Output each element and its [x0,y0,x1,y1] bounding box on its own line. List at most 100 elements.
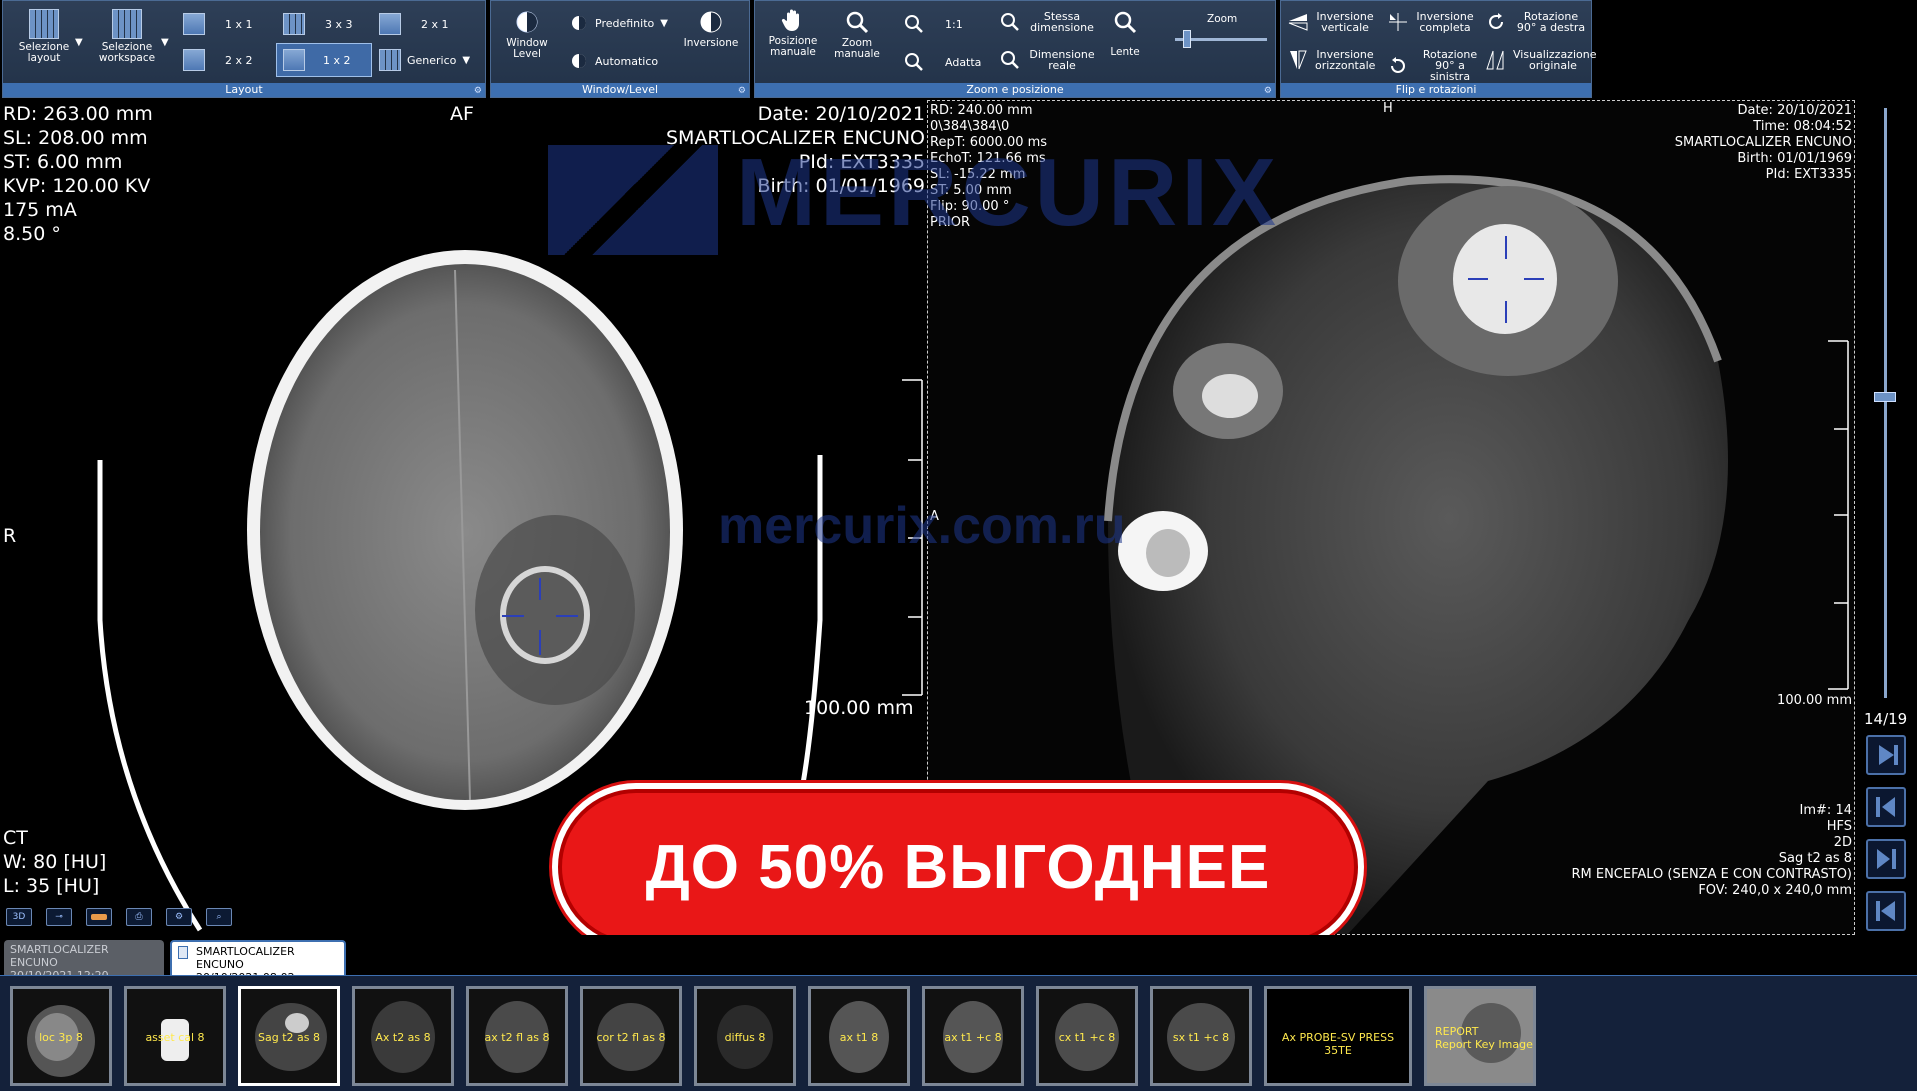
first-button[interactable] [1866,891,1906,931]
dialog-launcher-icon[interactable]: ⚙ [474,86,482,96]
series-thumb-report[interactable]: REPORT Report Key Image [1424,986,1536,1086]
flip-group: Inversione verticale Inversione completa… [1280,0,1596,98]
magnifier-icon [846,11,869,34]
zoom-group-title: Zoom e posizione [755,83,1275,97]
series-thumb[interactable]: asset cal 8 [124,986,226,1086]
series-thumb[interactable]: cor t2 fl as 8 [580,986,682,1086]
zoom-manuale-button[interactable]: Zoom manuale [829,9,885,60]
series-strip: loc 3p 8 asset cal 8 Sag t2 as 8 Ax t2 a… [0,975,1917,1091]
promo-banner[interactable]: ДО 50% ВЫГОДНЕЕ [552,783,1364,951]
series-label: loc 3p 8 [39,1031,83,1044]
series-label: Sag t2 as 8 [258,1031,320,1044]
inversione-orizzontale-button[interactable]: Inversione orizzontale [1287,49,1375,71]
stessa-dimensione-button[interactable]: Stessa dimensione [999,11,1097,33]
dimensione-reale-label: Dimensione reale [1029,48,1095,72]
dimensione-reale-button[interactable]: Dimensione reale [999,49,1097,71]
play-button[interactable] [1866,735,1906,775]
layout-2x1-button[interactable]: 2 x 1 [379,13,449,35]
selezione-layout-label: Selezione layout [18,41,70,64]
series-label: cx t1 +c 8 [1058,1031,1116,1044]
layout-3x3-button[interactable]: 3 x 3 [283,13,353,35]
zoom-icon[interactable]: ⌕ [206,908,232,926]
window-level-group: Window Level Predefinito ▼ Automatico Inv… [490,0,750,98]
series-thumb[interactable]: cx t1 +c 8 [1036,986,1138,1086]
series-thumb[interactable]: Ax PROBE-SV PRESS 35TE [1264,986,1412,1086]
slice-slider-thumb[interactable] [1874,392,1896,403]
adatta-label: Adatta [945,55,982,69]
series-thumb-selected[interactable]: Sag t2 as 8 [238,986,340,1086]
zoom-slider[interactable] [1175,30,1267,48]
dialog-launcher-icon[interactable]: ⚙ [1264,86,1272,96]
layout-1x1-icon [183,13,205,35]
inversione-orizzontale-label: Inversione orizzontale [1315,48,1376,72]
zoom-group: Posizione manuale Zoom manuale 1:1 Adatt… [754,0,1276,98]
series-thumb[interactable]: ax t1 +c 8 [922,986,1024,1086]
export-icon[interactable]: ⎙ [126,908,152,926]
inversione-verticale-label: Inversione verticale [1316,10,1374,34]
key-icon[interactable]: ⊸ [46,908,72,926]
layout-generico-button[interactable]: Generico ▼ [379,49,470,71]
layout-1x1-label: 1 x 1 [225,17,253,31]
chevron-down-icon[interactable]: ▼ [75,37,83,48]
selezione-workspace-button[interactable]: Selezione workspace [95,9,159,64]
rotazione-sinistra-button[interactable]: Rotazione 90° a sinistra [1387,49,1485,82]
series-thumb[interactable]: ax t2 fl as 8 [466,986,568,1086]
series-label: REPORT Report Key Image [1435,1025,1533,1051]
series-thumb[interactable]: loc 3p 8 [10,986,112,1086]
first-icon [1876,901,1895,921]
layout-1x1-button[interactable]: 1 x 1 [183,13,253,35]
posizione-manuale-label: Posizione manuale [768,35,818,58]
watermark-url: mercurix.com.ru [718,497,1126,555]
window-level-button[interactable]: Window Level [503,9,551,60]
automatico-button[interactable]: Automatico [569,51,658,71]
next-button[interactable] [1866,839,1906,879]
layout-1x2-button[interactable]: 1 x 2 [276,43,372,77]
zoom-ratio-icon [905,15,923,33]
selezione-layout-button[interactable]: Selezione layout [15,9,73,64]
inversione-verticale-button[interactable]: Inversione verticale [1287,11,1375,33]
layout-generico-label: Generico [407,53,457,67]
settings-icon[interactable]: ⚙ [166,908,192,926]
ct-acquisition-info: RD: 263.00 mm SL: 208.00 mm ST: 6.00 mm … [3,103,153,245]
viewport-toolbar: 3D ⊸ ⎙ ⚙ ⌕ [6,908,232,926]
posizione-manuale-button[interactable]: Posizione manuale [763,7,823,58]
stessa-dimensione-label: Stessa dimensione [1030,10,1094,34]
predefinito-button[interactable]: Predefinito ▼ [569,13,668,33]
document-icon [178,946,188,959]
inversione-completa-button[interactable]: Inversione completa [1387,11,1475,33]
rotazione-destra-button[interactable]: Rotazione 90° a destra [1485,11,1589,33]
visualizzazione-originale-button[interactable]: Visualizzazione originale [1485,49,1596,71]
chevron-down-icon[interactable]: ▼ [161,37,169,48]
measure-icon[interactable] [86,908,112,926]
study-tab-1[interactable]: SMARTLOCALIZER ENCUNO 20/10/2021 12:20 [4,940,164,982]
layout-2x2-button[interactable]: 2 x 2 [183,49,253,71]
series-thumb[interactable]: ax t1 8 [808,986,910,1086]
3d-icon[interactable]: 3D [6,908,32,926]
rotazione-destra-label: Rotazione 90° a destra [1516,10,1586,34]
contrast-icon [516,11,538,33]
zoom-slider-thumb[interactable] [1183,30,1192,48]
adatta-button[interactable]: Adatta [903,51,981,73]
slice-slider[interactable] [1874,108,1896,698]
previous-button[interactable] [1866,787,1906,827]
previous-icon [1876,797,1895,817]
study-tab-2[interactable]: SMARTLOCALIZER ENCUNO 20/10/2021 08:02 [170,940,346,984]
auto-contrast-icon [572,54,586,68]
series-thumb[interactable]: diffus 8 [694,986,796,1086]
dialog-launcher-icon[interactable]: ⚙ [738,86,746,96]
zoom-1to1-button[interactable]: 1:1 [903,13,963,35]
series-label: Ax t2 as 8 [375,1031,431,1044]
flip-complete-icon [1389,13,1407,31]
series-thumb[interactable]: sx t1 +c 8 [1150,986,1252,1086]
series-label: Ax PROBE-SV PRESS 35TE [1281,1031,1395,1057]
selezione-workspace-label: Selezione workspace [98,41,156,64]
automatico-label: Automatico [595,54,659,68]
rotazione-sinistra-label: Rotazione 90° a sinistra [1422,48,1478,83]
window-level-group-title: Window/Level [491,83,749,97]
lente-button[interactable]: Lente [1105,9,1145,58]
inversione-button[interactable]: Inversione [681,9,741,49]
ribbon-toolbar: Selezione layout ▼ Selezione workspace ▼… [0,0,1917,100]
mri-scale-label: 100.00 mm [1777,693,1852,708]
series-thumb[interactable]: Ax t2 as 8 [352,986,454,1086]
layout-3x3-icon [283,13,305,35]
